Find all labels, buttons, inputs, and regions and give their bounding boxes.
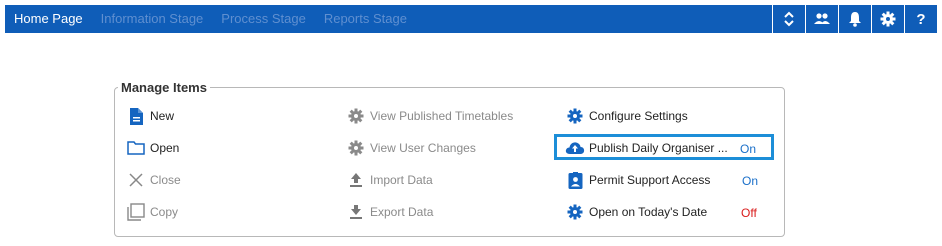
tab-reports-stage[interactable]: Reports Stage <box>315 5 416 33</box>
view-user-changes-button[interactable]: View User Changes <box>346 138 476 158</box>
close-label: Close <box>150 173 181 187</box>
help-button[interactable]: ? <box>904 5 937 33</box>
top-nav-bar: Home Page Information Stage Process Stag… <box>5 5 937 33</box>
tab-information-stage[interactable]: Information Stage <box>92 5 213 33</box>
gear-icon <box>565 202 585 222</box>
view-published-timetables-button[interactable]: View Published Timetables <box>346 106 513 126</box>
tab-process-stage[interactable]: Process Stage <box>212 5 315 33</box>
users-button[interactable] <box>805 5 838 33</box>
export-data-button[interactable]: Export Data <box>346 202 433 222</box>
configure-settings-button[interactable]: Configure Settings <box>565 106 688 126</box>
view-user-changes-label: View User Changes <box>370 141 476 155</box>
notifications-button[interactable] <box>838 5 871 33</box>
document-icon <box>126 106 146 126</box>
import-data-button[interactable]: Import Data <box>346 170 433 190</box>
open-button[interactable]: Open <box>126 138 179 158</box>
permit-support-access-status[interactable]: On <box>742 174 758 188</box>
export-data-label: Export Data <box>370 205 434 219</box>
open-label: Open <box>150 141 180 155</box>
tab-home-page[interactable]: Home Page <box>5 5 92 33</box>
users-icon <box>814 13 830 24</box>
publish-daily-organiser-status[interactable]: On <box>740 142 756 156</box>
gear-icon <box>880 11 896 27</box>
settings-button[interactable] <box>871 5 904 33</box>
new-button[interactable]: New <box>126 106 174 126</box>
new-label: New <box>150 109 175 123</box>
open-on-todays-date-button[interactable]: Open on Today's Date <box>565 202 707 222</box>
bell-icon <box>849 12 861 27</box>
expand-collapse-icon <box>784 11 794 27</box>
import-data-label: Import Data <box>370 173 433 187</box>
publish-daily-organiser-label: Publish Daily Organiser ... <box>589 141 728 155</box>
open-on-todays-date-label: Open on Today's Date <box>589 205 708 219</box>
copy-label: Copy <box>150 205 179 219</box>
expand-collapse-button[interactable] <box>772 5 805 33</box>
permit-support-access-button[interactable]: Permit Support Access <box>565 170 710 190</box>
copy-icon <box>126 202 146 222</box>
open-on-todays-date-status[interactable]: Off <box>741 206 757 220</box>
gear-icon <box>346 138 366 158</box>
cloud-upload-icon <box>565 138 585 158</box>
view-published-timetables-label: View Published Timetables <box>370 109 514 123</box>
gear-icon <box>346 106 366 126</box>
permit-support-access-label: Permit Support Access <box>589 173 711 187</box>
publish-daily-organiser-button[interactable]: Publish Daily Organiser ... <box>565 138 728 158</box>
upload-icon <box>346 170 366 190</box>
close-icon <box>126 170 146 190</box>
id-badge-icon <box>565 170 585 190</box>
folder-icon <box>126 138 146 158</box>
copy-button[interactable]: Copy <box>126 202 178 222</box>
panel-title: Manage Items <box>118 80 210 96</box>
configure-settings-label: Configure Settings <box>589 109 688 123</box>
download-icon <box>346 202 366 222</box>
gear-icon <box>565 106 585 126</box>
help-icon: ? <box>916 10 926 28</box>
close-button[interactable]: Close <box>126 170 181 190</box>
